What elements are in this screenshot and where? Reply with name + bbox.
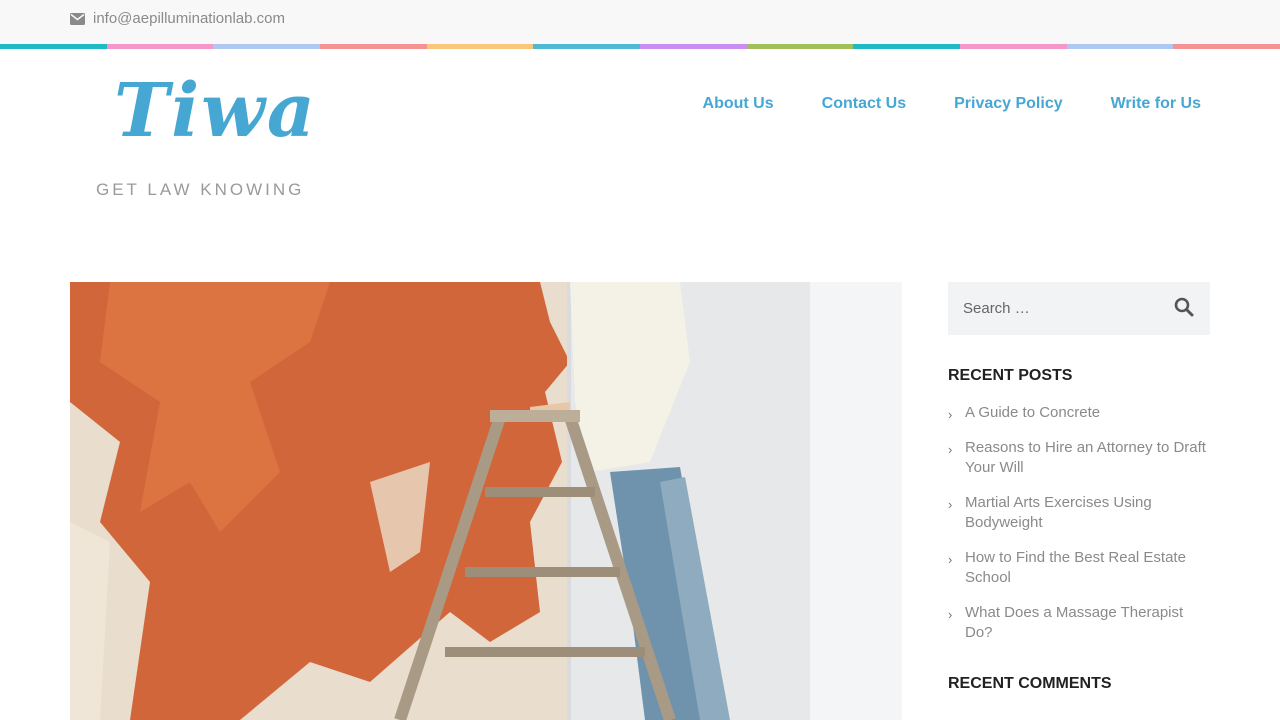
recent-post-link[interactable]: What Does a Massage Therapist Do? (965, 604, 1183, 641)
chevron-right-icon: › (948, 497, 953, 512)
painting-wall-illustration (70, 282, 902, 720)
recent-post-link[interactable]: Martial Arts Exercises Using Bodyweight (965, 494, 1152, 531)
search-icon (1174, 297, 1194, 317)
chevron-right-icon: › (948, 442, 953, 457)
search-button[interactable] (1174, 297, 1196, 319)
stripe-segment (640, 44, 747, 49)
stripe-segment (960, 44, 1067, 49)
stripe-segment (746, 44, 854, 49)
stripe-segment (106, 44, 214, 49)
stripe-segment (1066, 44, 1174, 49)
recent-post-link[interactable]: How to Find the Best Real Estate School (965, 549, 1186, 586)
nav-write-for-us[interactable]: Write for Us (1111, 95, 1201, 113)
list-item: › Reasons to Hire an Attorney to Draft Yo… (948, 438, 1210, 478)
site-logo[interactable]: Tiwa GET LAW KNOWING (96, 68, 315, 208)
logo-wordmark: Tiwa (114, 68, 317, 154)
stripe-segment (426, 44, 534, 49)
featured-image[interactable] (70, 282, 902, 720)
list-item: › Martial Arts Exercises Using Bodyweight (948, 493, 1210, 533)
chevron-right-icon: › (948, 407, 953, 422)
nav-contact-us[interactable]: Contact Us (822, 95, 906, 113)
contact-email-text: info@aepilluminationlab.com (93, 10, 285, 27)
list-item: › What Does a Massage Therapist Do? (948, 603, 1210, 643)
top-bar: info@aepilluminationlab.com (0, 0, 1280, 44)
recent-post-link[interactable]: Reasons to Hire an Attorney to Draft You… (965, 439, 1206, 476)
logo-tagline: GET LAW KNOWING (96, 180, 305, 199)
search-widget (948, 282, 1210, 335)
chevron-right-icon: › (948, 552, 953, 567)
recent-comments-title: RECENT COMMENTS (948, 675, 1112, 692)
stripe-segment (213, 44, 321, 49)
stripe-segment (320, 44, 427, 49)
main-nav: About Us Contact Us Privacy Policy Write… (655, 95, 1201, 113)
list-item: › How to Find the Best Real Estate School (948, 548, 1210, 588)
recent-posts-title: RECENT POSTS (948, 367, 1073, 384)
contact-email-link[interactable]: info@aepilluminationlab.com (70, 10, 285, 27)
recent-post-link[interactable]: A Guide to Concrete (965, 404, 1100, 421)
envelope-icon (70, 12, 85, 25)
search-input[interactable] (948, 282, 1163, 335)
stripe-segment (853, 44, 961, 49)
stripe-segment (1173, 44, 1280, 49)
color-stripe (0, 44, 1280, 49)
stripe-segment (0, 44, 107, 49)
chevron-right-icon: › (948, 607, 953, 622)
list-item: › A Guide to Concrete (948, 403, 1210, 423)
recent-posts-list: › A Guide to Concrete › Reasons to Hire an… (948, 403, 1210, 658)
stripe-segment (533, 44, 641, 49)
nav-privacy-policy[interactable]: Privacy Policy (954, 95, 1063, 113)
nav-about-us[interactable]: About Us (703, 95, 774, 113)
